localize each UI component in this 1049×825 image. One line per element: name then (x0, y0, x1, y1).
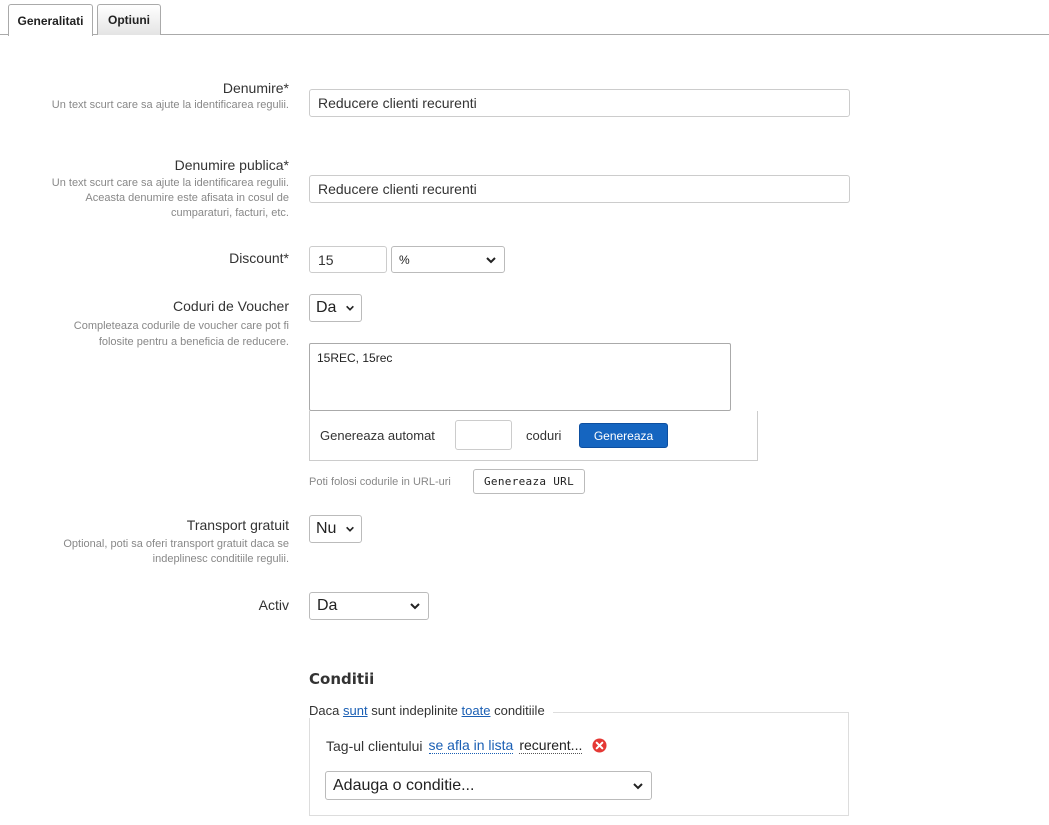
generate-codes-button[interactable]: Genereaza (579, 423, 668, 448)
chevron-down-icon (346, 526, 354, 532)
rule-field: Tag-ul clientului (326, 737, 423, 754)
transport-gratuit-select[interactable]: Nu (309, 515, 362, 543)
discount-label: Discount* (229, 250, 289, 266)
coduri-voucher-help: Completeaza codurile de voucher care pot… (73, 320, 289, 348)
conditions-fieldset (309, 712, 849, 816)
denumire-help: Un text scurt care sa ajute la identific… (51, 99, 289, 111)
discount-input[interactable]: 15 (309, 246, 387, 273)
denumire-publica-input[interactable]: Reducere clienti recurenti (309, 175, 850, 203)
chevron-down-icon (486, 256, 496, 263)
activ-select[interactable]: Da (309, 592, 429, 620)
discount-unit-value: % (399, 252, 410, 267)
transport-gratuit-value: Nu (316, 520, 337, 537)
transport-gratuit-label: Transport gratuit (186, 517, 289, 533)
condition-rule: Tag-ul clientului se afla in lista recur… (326, 737, 607, 754)
coduri-voucher-select[interactable]: Da (309, 294, 362, 322)
sunt-link[interactable]: sunt (343, 703, 368, 718)
generate-prefix: Genereaza automat (320, 428, 435, 443)
legend-suffix: conditiile (494, 703, 545, 718)
chevron-down-icon (346, 305, 354, 311)
add-condition-value: Adauga o conditie... (333, 776, 475, 794)
tab-generalitati[interactable]: Generalitati (8, 4, 93, 36)
coduri-voucher-label: Coduri de Voucher (173, 298, 289, 314)
toate-link[interactable]: toate (462, 703, 491, 718)
tab-optiuni[interactable]: Optiuni (97, 4, 161, 35)
transport-gratuit-help: Optional, poti sa oferi transport gratui… (63, 538, 289, 565)
conditions-legend: Daca sunt sunt indeplinite toate conditi… (309, 703, 553, 718)
voucher-codes-textarea[interactable]: 15REC, 15rec (309, 343, 731, 411)
legend-prefix: Daca (309, 703, 340, 718)
denumire-input[interactable]: Reducere clienti recurenti (309, 89, 850, 117)
url-hint: Poti folosi codurile in URL-uri (309, 476, 451, 488)
generate-url-button[interactable]: Genereaza URL (473, 469, 585, 494)
denumire-publica-label: Denumire publica* (174, 157, 289, 173)
coduri-voucher-value: Da (316, 299, 337, 316)
tab-label: Generalitati (17, 13, 84, 28)
remove-condition-icon[interactable] (592, 738, 607, 753)
chevron-down-icon (633, 782, 643, 789)
discount-unit-select[interactable]: % (391, 246, 505, 273)
denumire-label: Denumire* (222, 80, 289, 96)
activ-label: Activ (258, 597, 289, 613)
rule-value-link[interactable]: recurent... (519, 737, 583, 754)
generate-count-input[interactable] (455, 420, 512, 450)
activ-value: Da (317, 597, 338, 614)
rule-operator-link[interactable]: se afla in lista (428, 737, 514, 754)
generate-suffix: coduri (526, 428, 562, 443)
chevron-down-icon (410, 603, 420, 610)
denumire-publica-help: Un text scurt care sa ajute la identific… (51, 177, 289, 219)
tab-bar: Generalitati Optiuni (0, 0, 1049, 36)
add-condition-select[interactable]: Adauga o conditie... (325, 771, 652, 800)
tab-label: Optiuni (108, 13, 150, 27)
legend-middle: sunt indeplinite (371, 703, 458, 718)
conditii-title: Conditii (309, 670, 375, 688)
